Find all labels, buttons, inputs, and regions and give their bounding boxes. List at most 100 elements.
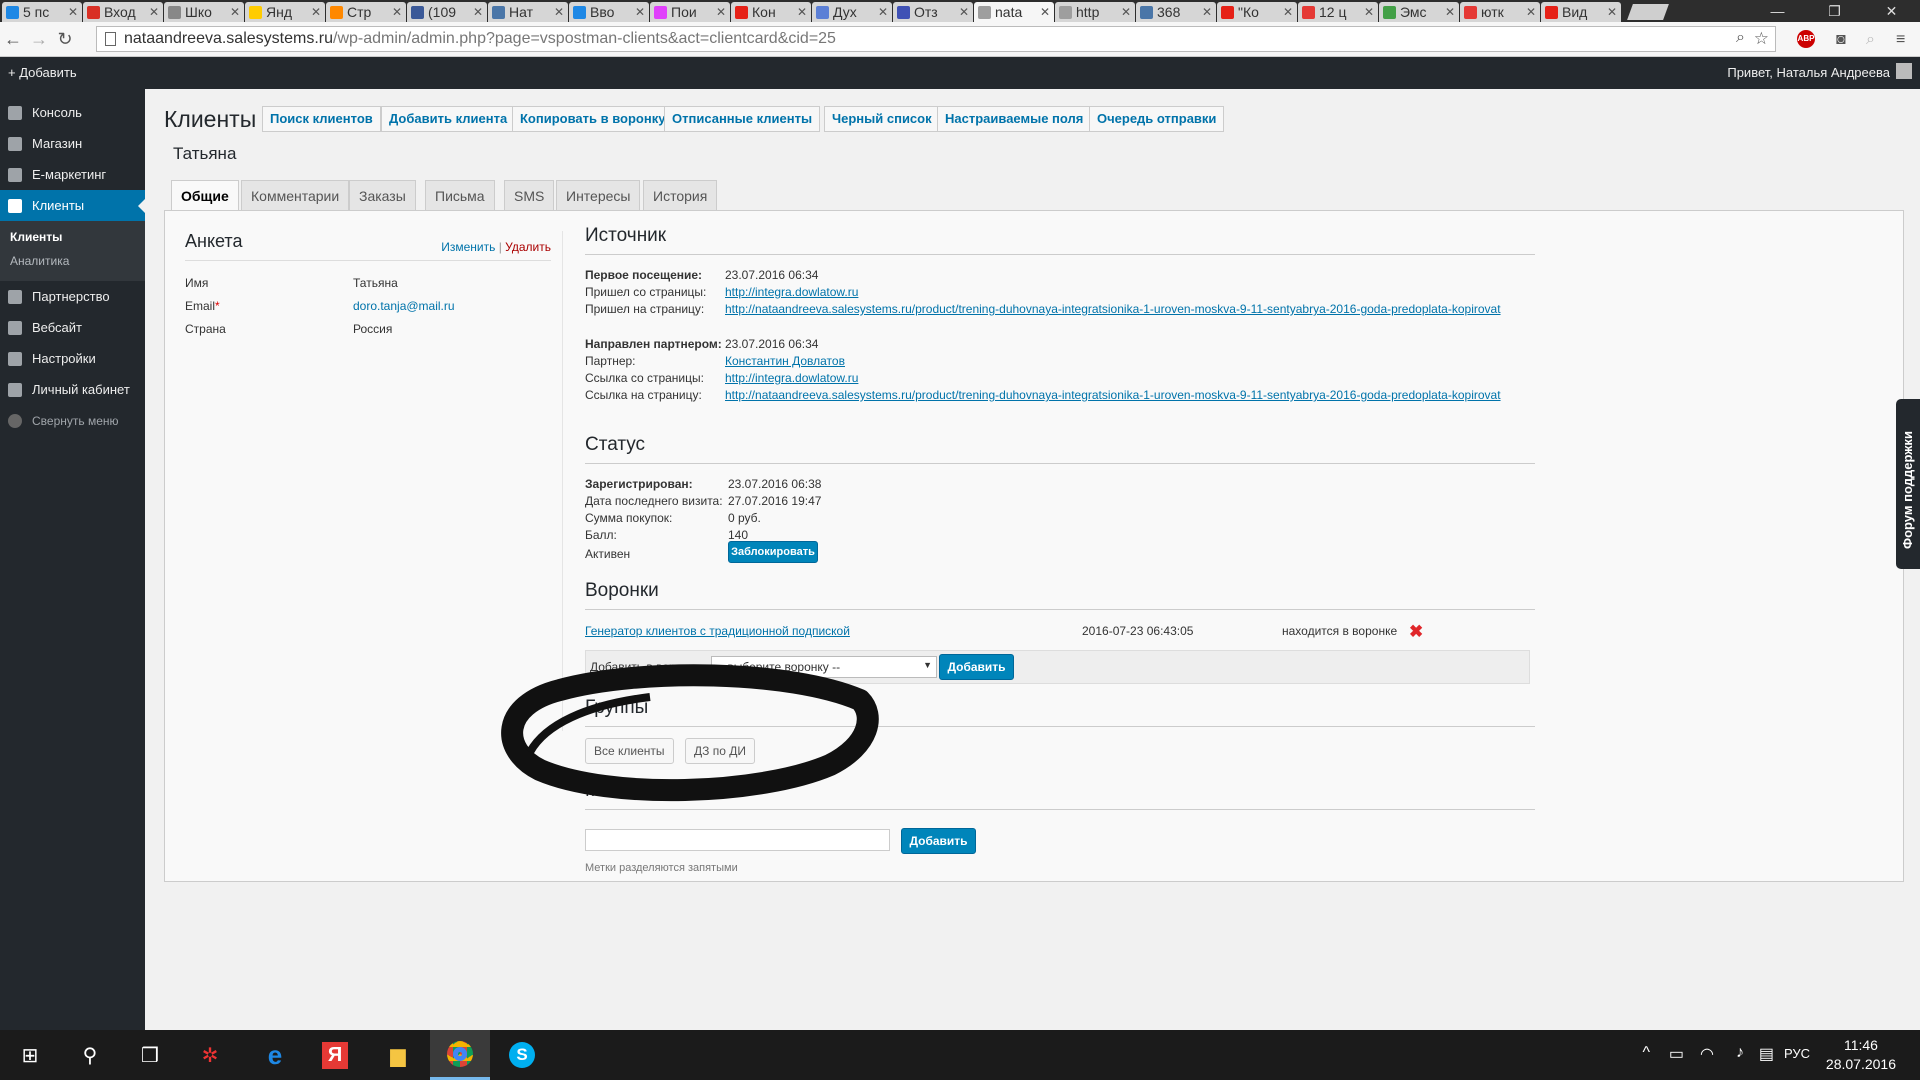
browser-tab[interactable]: ютк ✕ xyxy=(1460,2,1540,22)
tab-close-icon[interactable]: ✕ xyxy=(1121,5,1131,19)
search-icon[interactable]: ⚲ xyxy=(60,1030,120,1080)
language-indicator[interactable]: РУС xyxy=(1784,1046,1810,1061)
tray-chevron-icon[interactable]: ^ xyxy=(1642,1044,1650,1062)
sidebar-item[interactable]: Е-маркетинг xyxy=(0,159,145,190)
add-client-button[interactable]: Добавить клиента xyxy=(381,106,516,132)
adblock-icon[interactable]: ABP xyxy=(1797,30,1815,48)
skype-icon[interactable]: S xyxy=(492,1030,552,1080)
edge-icon[interactable]: e xyxy=(245,1030,305,1080)
add-tag-button[interactable]: Добавить xyxy=(901,828,976,854)
send-queue-button[interactable]: Очередь отправки xyxy=(1089,106,1225,132)
sidebar-item[interactable]: Клиенты xyxy=(0,190,145,221)
browser-tab[interactable]: Янд ✕ xyxy=(245,2,325,22)
tab-close-icon[interactable]: ✕ xyxy=(392,5,402,19)
sidebar-item[interactable]: Настройки xyxy=(0,343,145,374)
block-button[interactable]: Заблокировать xyxy=(728,541,818,563)
reload-icon[interactable]: ↻ xyxy=(52,29,78,50)
link-to-link[interactable]: http://nataandreeva.salesystems.ru/produ… xyxy=(725,388,1501,402)
browser-tab[interactable]: Кон ✕ xyxy=(731,2,811,22)
funnel-link[interactable]: Генератор клиентов с традиционной подпис… xyxy=(585,624,850,638)
tab-history[interactable]: История xyxy=(643,180,718,210)
battery-icon[interactable]: ▭ xyxy=(1669,1044,1684,1064)
tab-close-icon[interactable]: ✕ xyxy=(68,5,78,19)
avatar[interactable] xyxy=(1896,63,1912,79)
tab-comments[interactable]: Комментарии xyxy=(241,180,350,210)
tab-general[interactable]: Общие xyxy=(171,180,239,210)
address-bar[interactable]: nataandreeva.salesystems.ru/wp-admin/adm… xyxy=(96,26,1776,52)
partner-link[interactable]: Константин Довлатов xyxy=(725,354,845,368)
browser-tab[interactable]: 12 ц ✕ xyxy=(1298,2,1378,22)
clock[interactable]: 11:46 28.07.2016 xyxy=(1826,1036,1896,1074)
tab-letters[interactable]: Письма xyxy=(425,180,495,210)
browser-tab[interactable]: "Ко ✕ xyxy=(1217,2,1297,22)
tab-sms[interactable]: SMS xyxy=(504,180,555,210)
browser-tab[interactable]: Нат ✕ xyxy=(488,2,568,22)
browser-tab[interactable]: http ✕ xyxy=(1055,2,1135,22)
chrome-icon[interactable] xyxy=(430,1030,490,1080)
add-to-funnel-button[interactable]: Добавить xyxy=(939,654,1014,680)
tags-input[interactable] xyxy=(585,829,890,851)
file-explorer-icon[interactable]: ▆ xyxy=(368,1030,428,1080)
extension-search-icon[interactable]: ⌕ xyxy=(1866,31,1875,49)
windows-start-icon[interactable]: ⊞ xyxy=(0,1030,60,1080)
zoom-search-icon[interactable]: ⌕ xyxy=(1736,29,1745,47)
custom-fields-button[interactable]: Настраиваемые поля xyxy=(937,106,1092,132)
tab-close-icon[interactable]: ✕ xyxy=(797,5,807,19)
tab-close-icon[interactable]: ✕ xyxy=(1202,5,1212,19)
browser-tab[interactable]: Стр ✕ xyxy=(326,2,406,22)
copy-to-funnel-button[interactable]: Копировать в воронку xyxy=(512,106,674,132)
tab-close-icon[interactable]: ✕ xyxy=(473,5,483,19)
sidebar-item[interactable]: Партнерство xyxy=(0,281,145,312)
tab-close-icon[interactable]: ✕ xyxy=(716,5,726,19)
browser-tab[interactable]: Дух ✕ xyxy=(812,2,892,22)
notifications-icon[interactable]: ▤ xyxy=(1759,1044,1774,1064)
sidebar-item[interactable]: Консоль xyxy=(0,97,145,128)
edit-link[interactable]: Изменить xyxy=(441,240,495,254)
tab-close-icon[interactable]: ✕ xyxy=(635,5,645,19)
tab-close-icon[interactable]: ✕ xyxy=(878,5,888,19)
funnel-select[interactable]: -- выберите воронку -- ▼ xyxy=(711,656,937,678)
email-link[interactable]: doro.tanja@mail.ru xyxy=(353,299,455,313)
yandex-browser-icon[interactable]: Я xyxy=(305,1030,365,1080)
close-icon[interactable]: ✕ xyxy=(1863,0,1920,22)
tab-close-icon[interactable]: ✕ xyxy=(230,5,240,19)
tab-close-icon[interactable]: ✕ xyxy=(1364,5,1374,19)
back-icon[interactable]: ← xyxy=(0,29,26,50)
sidebar-item[interactable]: Магазин xyxy=(0,128,145,159)
tab-close-icon[interactable]: ✕ xyxy=(959,5,969,19)
tab-close-icon[interactable]: ✕ xyxy=(1040,5,1050,19)
browser-tab[interactable]: Эмс ✕ xyxy=(1379,2,1459,22)
add-new-button[interactable]: + Добавить xyxy=(8,65,77,80)
browser-tab[interactable]: Отз ✕ xyxy=(893,2,973,22)
browser-tab[interactable]: Вид ✕ xyxy=(1541,2,1621,22)
browser-tab[interactable]: Вво ✕ xyxy=(569,2,649,22)
browser-tab[interactable]: Вход ✕ xyxy=(83,2,163,22)
group-dz-di[interactable]: ДЗ по ДИ xyxy=(685,738,755,764)
browser-tab[interactable]: 368 ✕ xyxy=(1136,2,1216,22)
tab-close-icon[interactable]: ✕ xyxy=(554,5,564,19)
unsubscribed-clients-button[interactable]: Отписанные клиенты xyxy=(664,106,821,132)
sidebar-item[interactable]: Вебсайт xyxy=(0,312,145,343)
sidebar-item[interactable]: Личный кабинет xyxy=(0,374,145,405)
new-tab-button[interactable] xyxy=(1627,4,1669,20)
tab-close-icon[interactable]: ✕ xyxy=(1526,5,1536,19)
extension-icon[interactable]: ◙ xyxy=(1836,31,1846,49)
browser-tab[interactable]: Пои ✕ xyxy=(650,2,730,22)
tab-close-icon[interactable]: ✕ xyxy=(311,5,321,19)
tab-close-icon[interactable]: ✕ xyxy=(149,5,159,19)
browser-tab[interactable]: Шко ✕ xyxy=(164,2,244,22)
wifi-icon[interactable]: ◠ xyxy=(1700,1044,1714,1064)
submenu-item-analytics[interactable]: Аналитика xyxy=(0,249,145,273)
tab-close-icon[interactable]: ✕ xyxy=(1607,5,1617,19)
chrome-menu-icon[interactable]: ≡ xyxy=(1896,31,1905,49)
support-forum-tab[interactable]: Форум поддержки xyxy=(1896,399,1920,569)
tab-close-icon[interactable]: ✕ xyxy=(1445,5,1455,19)
browser-tab[interactable]: (109 ✕ xyxy=(407,2,487,22)
forward-icon[interactable]: → xyxy=(26,29,52,50)
submenu-item-clients[interactable]: Клиенты xyxy=(0,225,145,249)
tab-interests[interactable]: Интересы xyxy=(556,180,641,210)
to-page-link[interactable]: http://nataandreeva.salesystems.ru/produ… xyxy=(725,302,1501,316)
blacklist-button[interactable]: Черный список xyxy=(824,106,940,132)
volume-icon[interactable]: ♪ xyxy=(1736,1044,1744,1062)
minimize-icon[interactable]: — xyxy=(1749,0,1806,22)
